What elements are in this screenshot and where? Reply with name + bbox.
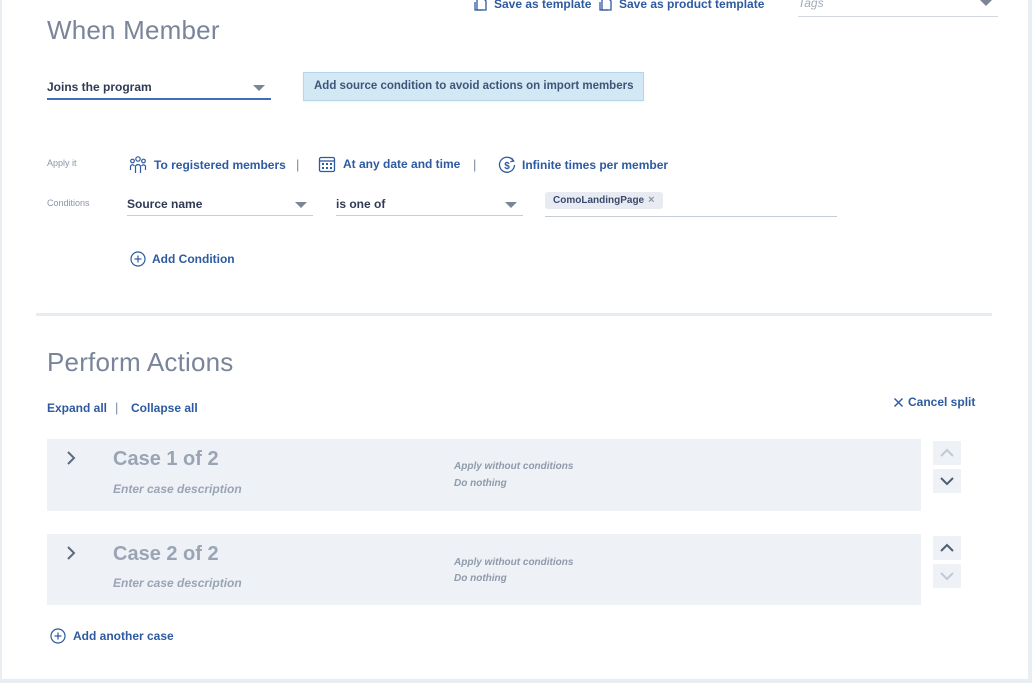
- separator: |: [296, 157, 300, 172]
- cancel-split-button[interactable]: Cancel split: [893, 395, 975, 409]
- add-condition-button[interactable]: Add Condition: [130, 251, 235, 267]
- apply-date-label: At any date and time: [343, 157, 461, 171]
- save-as-template-label: Save as template: [494, 0, 592, 11]
- chevron-down-icon: [253, 85, 265, 91]
- when-member-title: When Member: [47, 15, 220, 45]
- case-card[interactable]: Case 2 of 2 Enter case description Apply…: [47, 534, 921, 605]
- case-meta-condition: Apply without conditions: [454, 461, 574, 472]
- svg-text:$: $: [504, 161, 510, 172]
- case-title: Case 1 of 2: [113, 448, 219, 470]
- template-icon: [474, 0, 488, 11]
- case-title: Case 2 of 2: [113, 543, 219, 565]
- chevron-down-icon: [939, 476, 955, 486]
- section-divider: [36, 313, 992, 316]
- chevron-up-icon: [939, 543, 955, 553]
- chevron-right-icon[interactable]: [64, 450, 78, 466]
- case-meta-action: Do nothing: [454, 478, 507, 489]
- apply-it-label: Apply it: [47, 158, 77, 168]
- case-description-input[interactable]: Enter case description: [113, 576, 242, 590]
- apply-date-time-link[interactable]: At any date and time: [318, 155, 460, 173]
- source-condition-tip: Add source condition to avoid actions on…: [303, 72, 645, 101]
- separator: |: [473, 157, 477, 172]
- case-meta-action: Do nothing: [454, 573, 507, 584]
- plus-circle-icon: [130, 251, 146, 267]
- chip-remove-icon[interactable]: ×: [648, 192, 654, 209]
- conditions-label: Conditions: [47, 198, 90, 208]
- chevron-up-icon: [939, 448, 955, 458]
- chevron-down-icon: [295, 202, 307, 208]
- save-as-template-button[interactable]: Save as template: [474, 0, 591, 11]
- add-condition-label: Add Condition: [152, 252, 235, 266]
- chevron-right-icon[interactable]: [64, 545, 78, 561]
- members-icon: [128, 155, 148, 175]
- chevron-down-icon: [980, 0, 992, 6]
- tags-select[interactable]: Tags: [798, 0, 998, 17]
- move-down-button[interactable]: [933, 469, 961, 493]
- case-card[interactable]: Case 1 of 2 Enter case description Apply…: [47, 439, 921, 511]
- apply-registered-members-link[interactable]: To registered members: [128, 155, 286, 175]
- save-as-product-template-button[interactable]: Save as product template: [599, 0, 764, 11]
- apply-times-label: Infinite times per member: [522, 158, 669, 172]
- expand-all-link[interactable]: Expand all: [47, 401, 107, 415]
- tags-placeholder: Tags: [798, 0, 824, 10]
- template-icon: [599, 0, 613, 11]
- condition-values-input[interactable]: ComoLandingPage ×: [545, 190, 837, 217]
- calendar-icon: [318, 155, 336, 173]
- trigger-value: Joins the program: [47, 80, 152, 94]
- apply-times-link[interactable]: $ Infinite times per member: [497, 155, 668, 175]
- chip-label: ComoLandingPage: [553, 195, 645, 206]
- condition-field-select[interactable]: Source name: [127, 193, 313, 216]
- case-description-input[interactable]: Enter case description: [113, 482, 242, 496]
- cancel-split-label: Cancel split: [908, 395, 976, 409]
- condition-field-value: Source name: [127, 197, 203, 211]
- save-as-product-template-label: Save as product template: [619, 0, 765, 11]
- close-icon: [893, 397, 904, 408]
- condition-value-chip: ComoLandingPage ×: [545, 192, 663, 209]
- add-another-case-label: Add another case: [73, 629, 174, 643]
- perform-actions-title: Perform Actions: [47, 347, 234, 377]
- chevron-down-icon: [939, 571, 955, 581]
- case-meta-condition: Apply without conditions: [454, 557, 574, 568]
- page: Save as template Save as product templat…: [2, 0, 1028, 679]
- move-down-button[interactable]: [933, 564, 961, 588]
- condition-operator-select[interactable]: is one of: [336, 193, 523, 216]
- chevron-down-icon: [505, 202, 517, 208]
- collapse-all-link[interactable]: Collapse all: [131, 401, 198, 415]
- move-up-button[interactable]: [933, 441, 961, 465]
- condition-operator-value: is one of: [336, 197, 386, 211]
- add-another-case-button[interactable]: Add another case: [50, 628, 174, 644]
- trigger-select[interactable]: Joins the program: [47, 76, 271, 100]
- apply-registered-label: To registered members: [154, 158, 286, 172]
- plus-circle-icon: [50, 628, 66, 644]
- dollar-cycle-icon: $: [497, 155, 517, 175]
- move-up-button[interactable]: [933, 536, 961, 560]
- separator: |: [115, 400, 119, 415]
